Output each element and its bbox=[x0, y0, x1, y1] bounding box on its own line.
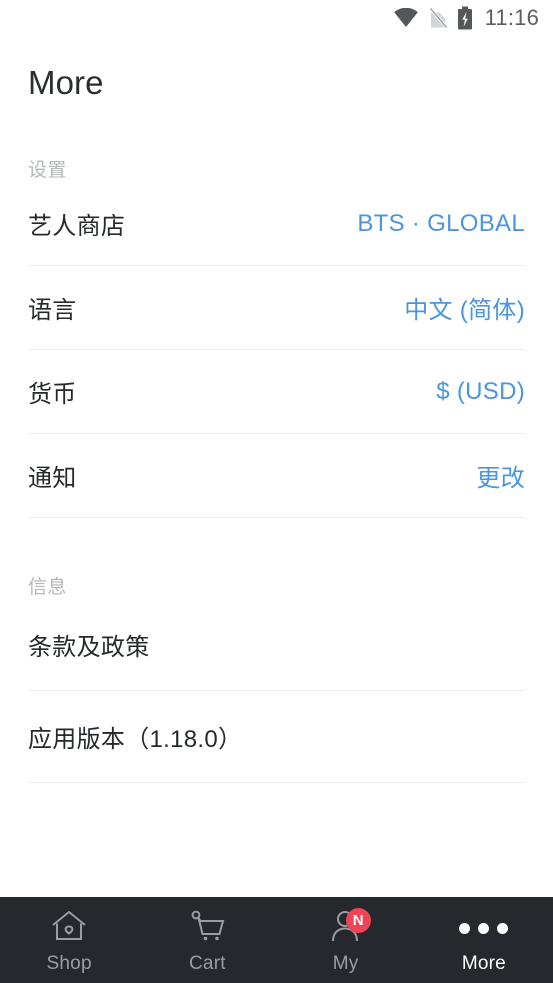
nav-label: Shop bbox=[46, 952, 92, 974]
notification-badge: N bbox=[345, 907, 371, 933]
row-value: 中文 (简体) bbox=[404, 297, 525, 325]
row-app-version[interactable]: 应用版本（1.18.0） bbox=[28, 691, 525, 783]
section-header-info: 信息 bbox=[28, 576, 67, 598]
row-artist-store[interactable]: 艺人商店 BTS · GLOBAL bbox=[28, 182, 525, 266]
nav-icon-wrap bbox=[459, 910, 509, 948]
nav-item-more[interactable]: More bbox=[415, 897, 553, 983]
row-label: 艺人商店 bbox=[28, 213, 126, 241]
section-header-settings: 设置 bbox=[28, 159, 67, 181]
row-currency[interactable]: 货币 $ (USD) bbox=[28, 350, 525, 434]
nav-icon-wrap bbox=[49, 910, 89, 948]
status-bar-clock: 11:16 bbox=[484, 5, 539, 30]
bottom-navigation-bar: Shop Cart N My More bbox=[0, 897, 553, 983]
wifi-icon bbox=[393, 8, 419, 28]
nav-item-my[interactable]: N My bbox=[277, 897, 415, 983]
nav-icon-wrap bbox=[187, 910, 227, 948]
row-label: 通知 bbox=[28, 465, 77, 493]
page-title: More bbox=[28, 64, 104, 101]
ellipsis-dot bbox=[459, 923, 471, 934]
ellipsis-icon bbox=[459, 910, 509, 948]
section-settings: 设置 艺人商店 BTS · GLOBAL 语言 中文 (简体) 货币 $ (US… bbox=[0, 155, 553, 518]
cart-icon bbox=[187, 908, 227, 949]
row-label: 条款及政策 bbox=[28, 634, 150, 662]
settings-list: 设置 艺人商店 BTS · GLOBAL 语言 中文 (简体) 货币 $ (US… bbox=[0, 155, 553, 783]
ellipsis-dot bbox=[478, 923, 490, 934]
row-terms-and-policies[interactable]: 条款及政策 bbox=[28, 599, 525, 691]
row-value: $ (USD) bbox=[436, 377, 525, 405]
nav-label: Cart bbox=[189, 952, 226, 974]
nav-item-cart[interactable]: Cart bbox=[138, 897, 276, 983]
row-label: 语言 bbox=[28, 297, 77, 325]
nav-icon-wrap: N bbox=[326, 907, 371, 948]
status-bar: 11:16 bbox=[0, 0, 553, 36]
home-icon bbox=[49, 908, 89, 949]
row-value: BTS · GLOBAL bbox=[357, 209, 525, 237]
row-label: 应用版本（1.18.0） bbox=[28, 726, 243, 754]
nav-label: More bbox=[461, 952, 506, 974]
row-notifications[interactable]: 通知 更改 bbox=[28, 434, 525, 518]
ellipsis-dot bbox=[497, 923, 509, 934]
section-info: 信息 条款及政策 应用版本（1.18.0） bbox=[0, 572, 553, 783]
nav-label: My bbox=[332, 952, 359, 974]
row-value: 更改 bbox=[476, 465, 525, 493]
row-label: 货币 bbox=[28, 381, 77, 409]
nav-item-shop[interactable]: Shop bbox=[0, 897, 138, 983]
sim-off-icon bbox=[428, 7, 448, 29]
row-language[interactable]: 语言 中文 (简体) bbox=[28, 266, 525, 350]
battery-charging-icon bbox=[457, 6, 473, 30]
